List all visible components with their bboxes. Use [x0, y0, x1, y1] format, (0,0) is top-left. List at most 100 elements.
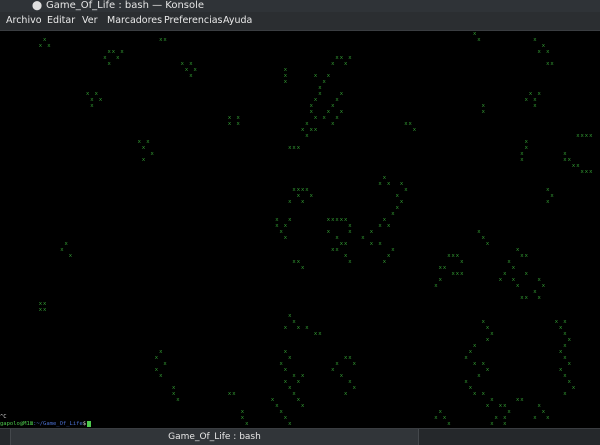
live-cell: x: [94, 91, 98, 97]
live-cell: x: [576, 133, 580, 139]
live-cell: x: [524, 271, 528, 277]
live-cell: x: [490, 397, 494, 403]
live-cell: x: [339, 55, 343, 61]
live-cell: x: [584, 169, 589, 175]
live-cell: x: [481, 319, 485, 325]
live-cell: x: [442, 415, 447, 421]
live-cell: x: [589, 133, 593, 139]
terminal-area[interactable]: x x x x x x x x x x x x x x x x x x x x x x x x x x x x x x x x x x x x x x x x…: [0, 31, 600, 428]
live-cell: x: [524, 97, 528, 103]
live-cell: x: [563, 373, 567, 379]
live-cell: x: [481, 361, 485, 367]
menu-archivo[interactable]: Archivo: [6, 15, 42, 26]
live-cell: x: [477, 373, 481, 379]
prompt-user: gapolo@M18: [0, 421, 34, 427]
live-cell: x: [546, 415, 550, 421]
menu-ver[interactable]: Ver: [82, 15, 98, 26]
live-cell: x: [563, 355, 567, 361]
live-cell: x: [163, 361, 167, 367]
live-cell: x: [481, 391, 485, 397]
live-cell: x: [288, 355, 292, 361]
tab-game-of-life[interactable]: Game_Of_Life : bash: [10, 429, 419, 445]
live-cell: x: [292, 187, 296, 193]
live-cell: x: [382, 259, 386, 265]
live-cell: x: [335, 115, 339, 121]
live-cell: x: [399, 199, 404, 205]
live-cell: x: [193, 67, 197, 73]
live-cell: x: [159, 349, 163, 355]
live-cell: x: [524, 295, 528, 301]
live-cell: x: [481, 235, 485, 241]
live-cell: x: [516, 283, 520, 289]
live-cell: x: [305, 133, 309, 139]
live-cell: x: [279, 229, 283, 235]
live-cell: x: [589, 169, 593, 175]
live-cell: x: [309, 193, 313, 199]
live-cell: x: [38, 307, 42, 313]
live-cell: x: [516, 397, 520, 403]
live-cell: x: [232, 391, 236, 397]
live-cell: x: [434, 283, 438, 289]
live-cell: x: [455, 271, 460, 277]
terminal-app-icon[interactable]: ⬤: [32, 1, 42, 11]
live-cell: x: [378, 241, 382, 247]
live-cell: x: [318, 91, 322, 97]
prompt-path: :~/Game_Of_Life: [33, 421, 83, 427]
live-cell: x: [546, 49, 550, 55]
live-cell: x: [313, 331, 318, 337]
live-cell: x: [120, 49, 124, 55]
live-cell: x: [283, 415, 288, 421]
live-cell: x: [288, 217, 292, 223]
live-cell: x: [473, 31, 477, 37]
live-cell: x: [387, 223, 391, 229]
live-cell: x: [580, 133, 584, 139]
live-cell: x: [283, 79, 288, 85]
live-cell: x: [227, 391, 232, 397]
live-cell: x: [524, 145, 528, 151]
live-cell: x: [159, 373, 163, 379]
live-cell: x: [141, 157, 146, 163]
live-cell: x: [335, 55, 339, 61]
live-cell: x: [301, 265, 305, 271]
menu-editar[interactable]: Editar: [47, 15, 75, 26]
live-cell: x: [326, 217, 331, 223]
live-cell: x: [322, 79, 326, 85]
live-cell: x: [533, 289, 537, 295]
tab-bar: Game_Of_Life : bash: [0, 428, 600, 445]
live-cell: x: [86, 91, 90, 97]
live-cell: x: [503, 403, 507, 409]
live-cell: x: [288, 199, 292, 205]
live-cell: x: [107, 49, 111, 55]
live-cell: x: [47, 43, 51, 49]
live-cell: x: [546, 61, 550, 67]
menu-ayuda[interactable]: Ayuda: [223, 15, 252, 26]
live-cell: x: [301, 127, 305, 133]
live-cell: x: [511, 277, 515, 283]
live-cell: x: [107, 61, 111, 67]
live-cell: x: [189, 61, 193, 67]
live-cell: x: [468, 349, 472, 355]
live-cell: x: [408, 121, 412, 127]
live-cell: x: [571, 385, 576, 391]
live-cell: x: [270, 397, 275, 403]
menu-bar: Archivo Editar Ver Marcadores Preferenci…: [0, 12, 600, 31]
live-cell: x: [567, 361, 571, 367]
live-cell: x: [296, 259, 300, 265]
live-cell: x: [90, 103, 94, 109]
live-cell: x: [580, 169, 584, 175]
live-cell: x: [172, 391, 176, 397]
live-cell: x: [533, 103, 537, 109]
live-cell: x: [43, 37, 47, 43]
live-cell: x: [331, 247, 335, 253]
live-cell: x: [567, 157, 571, 163]
menu-preferencias[interactable]: Preferencias: [164, 15, 223, 26]
live-cell: x: [227, 121, 232, 127]
menu-marcadores[interactable]: Marcadores: [107, 15, 162, 26]
live-cell: x: [283, 223, 288, 229]
live-cell: x: [344, 391, 348, 397]
live-cell: x: [546, 187, 550, 193]
live-cell: x: [313, 127, 318, 133]
live-cell: x: [520, 253, 524, 259]
live-cell: x: [305, 325, 309, 331]
live-cell: x: [537, 49, 541, 55]
